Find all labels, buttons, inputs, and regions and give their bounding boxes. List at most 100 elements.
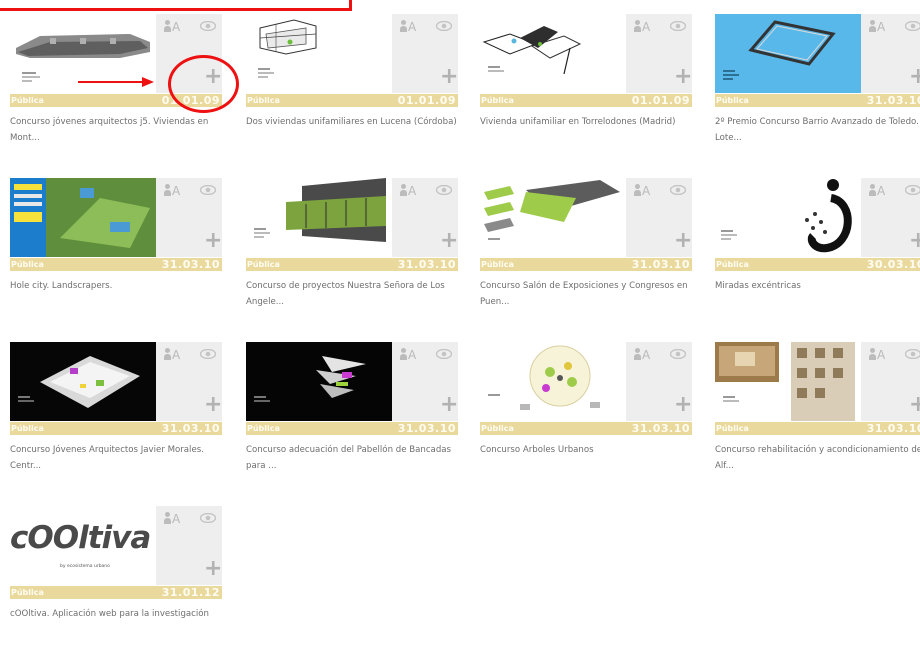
project-card[interactable]: A + Pública 31.03.10 Concurso Salón de E…	[480, 178, 692, 323]
project-thumbnail[interactable]	[480, 14, 626, 93]
plus-icon[interactable]: +	[674, 66, 692, 88]
cooltiva-logo: cOOltiva by ecosistema urbano	[10, 506, 156, 585]
project-card[interactable]: A + Pública 31.03.10 Concurso adecuación…	[246, 342, 458, 487]
project-card[interactable]: cOOltiva by ecosistema urbano A + Públic…	[10, 506, 222, 651]
eye-icon[interactable]	[905, 349, 920, 359]
eye-icon[interactable]	[670, 21, 686, 31]
card-caption[interactable]: Concurso Salón de Exposiciones y Congres…	[480, 278, 692, 310]
card-caption[interactable]: cOOltiva. Aplicación web para la investi…	[10, 606, 222, 622]
card-caption[interactable]: Dos viviendas unifamiliares en Lucena (C…	[246, 114, 458, 130]
project-card[interactable]: A + Pública 31.03.10 2º Premio Concurso …	[715, 14, 920, 159]
eye-icon[interactable]	[436, 349, 452, 359]
eye-icon[interactable]	[200, 349, 216, 359]
user-icon: A	[400, 20, 417, 34]
visibility-label: Pública	[716, 422, 749, 435]
visibility-label: Pública	[716, 94, 749, 107]
project-card[interactable]: A + Pública 31.03.10 Concurso Arboles Ur…	[480, 342, 692, 487]
status-bar: Pública 31.01.12	[10, 586, 222, 599]
status-bar: Pública 31.03.10	[480, 422, 692, 435]
date-label: 01.01.09	[632, 94, 690, 107]
card-side-panel: A +	[156, 178, 222, 257]
card-side-panel: A +	[156, 506, 222, 585]
plus-icon[interactable]: +	[440, 66, 458, 88]
card-side-panel: A +	[392, 14, 458, 93]
user-icon: A	[869, 20, 886, 34]
eye-icon[interactable]	[436, 21, 452, 31]
plus-icon[interactable]: +	[674, 394, 692, 416]
visibility-label: Pública	[247, 258, 280, 271]
card-caption[interactable]: Concurso adecuación del Pabellón de Banc…	[246, 442, 458, 474]
card-caption[interactable]: Concurso jóvenes arquitectos j5. Viviend…	[10, 114, 222, 146]
plus-icon[interactable]: +	[204, 230, 222, 252]
eye-icon[interactable]	[200, 513, 216, 523]
eye-icon[interactable]	[905, 185, 920, 195]
project-thumbnail[interactable]	[715, 342, 861, 421]
user-icon: A	[869, 348, 886, 362]
project-thumbnail[interactable]	[246, 14, 392, 93]
card-caption[interactable]: Vivienda unifamiliar en Torrelodones (Ma…	[480, 114, 692, 130]
eye-icon[interactable]	[436, 185, 452, 195]
plus-icon[interactable]: +	[909, 66, 920, 88]
project-thumbnail[interactable]	[480, 178, 626, 257]
visibility-label: Pública	[11, 94, 44, 107]
plus-icon[interactable]: +	[440, 394, 458, 416]
project-thumbnail[interactable]	[480, 342, 626, 421]
user-icon: A	[164, 512, 181, 526]
date-label: 31.03.10	[398, 258, 456, 271]
eye-icon[interactable]	[200, 21, 216, 31]
card-caption[interactable]: Concurso rehabilitación y acondicionamie…	[715, 442, 920, 474]
project-thumbnail[interactable]	[246, 178, 392, 257]
card-side-panel: A +	[626, 14, 692, 93]
user-icon: A	[164, 184, 181, 198]
date-label: 31.03.10	[632, 258, 690, 271]
plus-icon[interactable]: +	[909, 394, 920, 416]
date-label: 31.03.10	[632, 422, 690, 435]
user-icon: A	[400, 348, 417, 362]
status-bar: Pública 01.01.09	[480, 94, 692, 107]
plus-icon[interactable]: +	[674, 230, 692, 252]
project-thumbnail[interactable]	[10, 178, 156, 257]
card-caption[interactable]: Miradas excéntricas	[715, 278, 920, 294]
visibility-label: Pública	[247, 94, 280, 107]
project-thumbnail[interactable]	[715, 14, 861, 93]
card-caption[interactable]: Concurso Arboles Urbanos	[480, 442, 692, 458]
user-icon: A	[400, 184, 417, 198]
project-card[interactable]: A + Pública 31.03.10 Concurso rehabilita…	[715, 342, 920, 487]
card-side-panel: A +	[626, 178, 692, 257]
status-bar: Pública 31.03.10	[480, 258, 692, 271]
project-card[interactable]: A + Pública 01.01.09 Dos viviendas unifa…	[246, 14, 458, 159]
project-card[interactable]: A + Pública 01.01.09 Vivienda unifamilia…	[480, 14, 692, 159]
project-card[interactable]: A + Pública 31.03.10 Concurso Jóvenes Ar…	[10, 342, 222, 487]
project-card[interactable]: A + Pública 30.03.10 Miradas excéntricas	[715, 178, 920, 323]
project-thumbnail[interactable]	[10, 342, 156, 421]
project-thumbnail[interactable]	[715, 178, 861, 257]
eye-icon[interactable]	[670, 349, 686, 359]
plus-icon[interactable]: +	[909, 230, 920, 252]
eye-icon[interactable]	[670, 185, 686, 195]
plus-icon[interactable]: +	[440, 230, 458, 252]
logo-word: cOOltiva	[10, 520, 156, 556]
annotation-circle	[168, 55, 239, 113]
status-bar: Pública 31.03.10	[10, 422, 222, 435]
status-bar: Pública 31.03.10	[246, 422, 458, 435]
status-bar: Pública 31.03.10	[246, 258, 458, 271]
visibility-label: Pública	[11, 586, 44, 599]
project-thumbnail[interactable]	[246, 342, 392, 421]
card-caption[interactable]: Concurso de proyectos Nuestra Señora de …	[246, 278, 458, 310]
plus-icon[interactable]: +	[204, 394, 222, 416]
eye-icon[interactable]	[200, 185, 216, 195]
plus-icon[interactable]: +	[204, 558, 222, 580]
card-side-panel: A +	[392, 178, 458, 257]
project-card[interactable]: A + Pública 31.03.10 Hole city. Landscra…	[10, 178, 222, 323]
eye-icon[interactable]	[905, 21, 920, 31]
annotation-rectangle	[0, 0, 352, 11]
status-bar: Pública 31.03.10	[715, 94, 920, 107]
project-thumbnail[interactable]: cOOltiva by ecosistema urbano	[10, 506, 156, 585]
date-label: 30.03.10	[867, 258, 920, 271]
card-caption[interactable]: 2º Premio Concurso Barrio Avanzado de To…	[715, 114, 920, 146]
card-caption[interactable]: Concurso Jóvenes Arquitectos Javier Mora…	[10, 442, 222, 474]
status-bar: Pública 31.03.10	[10, 258, 222, 271]
project-card[interactable]: A + Pública 31.03.10 Concurso de proyect…	[246, 178, 458, 323]
annotation-arrow	[78, 76, 154, 88]
card-caption[interactable]: Hole city. Landscrapers.	[10, 278, 222, 294]
